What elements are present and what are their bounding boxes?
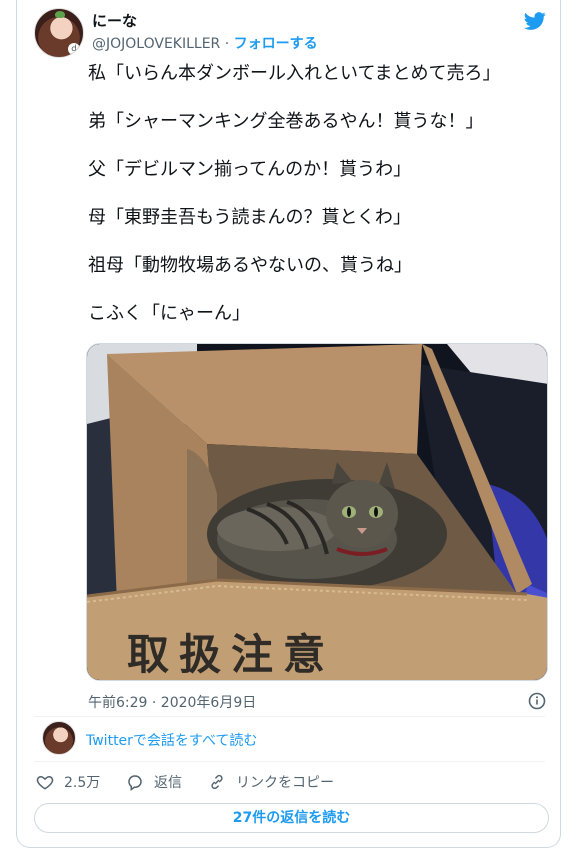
- tweet-timestamp[interactable]: 午前6:29 · 2020年6月9日: [88, 692, 256, 712]
- author-display-name[interactable]: にーな: [92, 10, 137, 31]
- conversation-link-suffix: で会話をすべて読む: [132, 733, 258, 749]
- info-icon[interactable]: [528, 692, 546, 710]
- read-conversation-link[interactable]: Twitterで会話をすべて読む: [86, 730, 257, 750]
- author-handle[interactable]: @JOJOLOVEKILLER: [92, 36, 220, 52]
- reply-icon: [128, 775, 142, 791]
- tweet-line: 弟「シャーマンキング全巻あるやん！貰うな！」: [88, 111, 484, 132]
- tweet-photo[interactable]: 取扱注意: [86, 343, 548, 681]
- reply-label: 返信: [154, 775, 182, 791]
- tweet-line: 父「デビルマン揃ってんのか！貰うわ」: [88, 159, 412, 180]
- conversation-avatar: [42, 721, 76, 755]
- copy-link-label: リンクをコピー: [236, 775, 334, 791]
- link-icon: [211, 774, 223, 790]
- author-avatar[interactable]: ｄ: [34, 8, 84, 58]
- handle-separator: ·: [220, 36, 234, 52]
- reply-button[interactable]: 返信: [126, 772, 182, 792]
- like-count: 2.5万: [64, 775, 101, 791]
- tweet-line: 私「いらん本ダンボール入れといてまとめて売ろ」: [88, 63, 501, 84]
- conversation-link-prefix: Twitter: [86, 733, 133, 749]
- twitter-bird-icon[interactable]: [522, 10, 548, 32]
- tweet-line: 母「東野圭吾もう読まんの？貰とくわ」: [88, 207, 411, 228]
- like-button[interactable]: 2.5万: [36, 772, 100, 792]
- author-handle-row: @JOJOLOVEKILLER · フォローする: [92, 33, 318, 53]
- box-label-text: 取扱注意: [127, 630, 335, 679]
- follow-button[interactable]: フォローする: [234, 36, 318, 52]
- heart-icon: [36, 775, 54, 790]
- divider: [34, 761, 545, 762]
- read-replies-button[interactable]: 27件の返信を読む: [34, 803, 549, 833]
- copy-link-button[interactable]: リンクをコピー: [208, 772, 334, 792]
- divider: [34, 716, 545, 717]
- cat-in-box-image: 取扱注意: [87, 344, 547, 680]
- tweet-text: 私「いらん本ダンボール入れといてまとめて売ろ」 弟「シャーマンキング全巻あるやん…: [88, 62, 548, 350]
- tweet-line: 祖母「動物牧場あるやないの、貰うね」: [88, 255, 412, 276]
